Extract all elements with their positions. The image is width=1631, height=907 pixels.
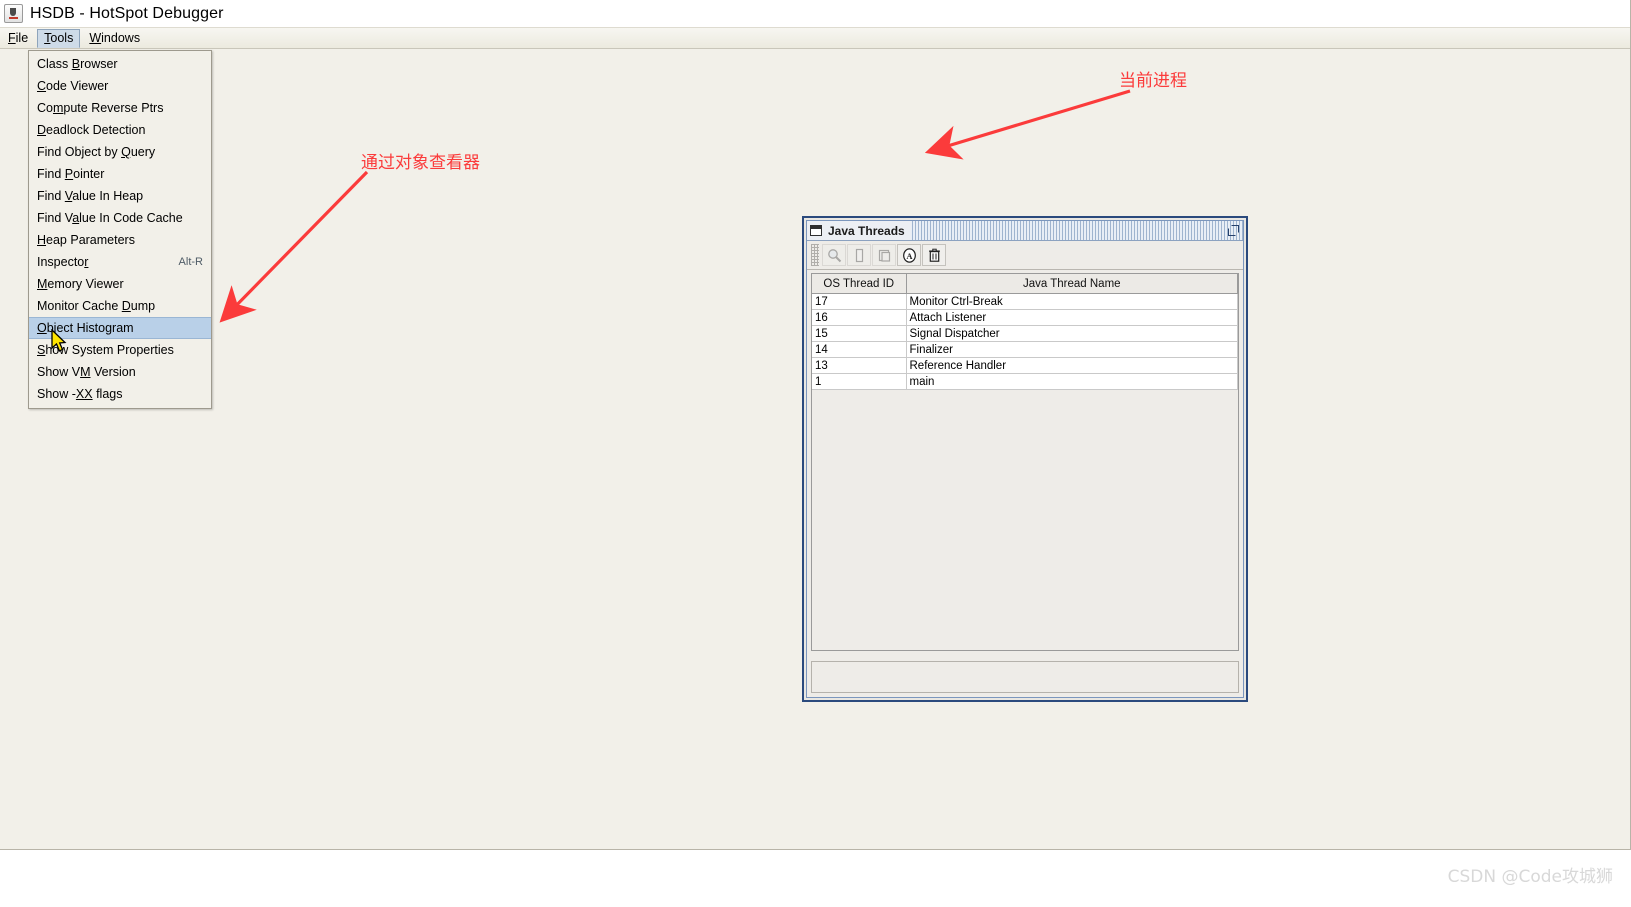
oop-inspector-button[interactable]: A	[897, 244, 921, 266]
menu-item-label: Show -XX flags	[37, 387, 123, 401]
cell-java-thread-name: Signal Dispatcher	[906, 325, 1238, 342]
menu-item-compute-reverse-ptrs[interactable]: Compute Reverse Ptrs	[29, 97, 211, 119]
menu-item-find-value-in-code-cache[interactable]: Find Value In Code Cache	[29, 207, 211, 229]
menu-windows[interactable]: Windows	[82, 29, 147, 48]
menu-item-accelerator: Alt-R	[178, 256, 203, 268]
java-threads-table: OS Thread ID Java Thread Name 17 Monitor…	[812, 274, 1238, 390]
java-threads-inner-panel: Java Threads A OS Thread ID Java Thread …	[806, 220, 1244, 698]
stacked-pages-icon	[878, 249, 890, 262]
cell-os-thread-id: 14	[812, 341, 907, 358]
menu-item-class-browser[interactable]: Class Browser	[29, 53, 211, 75]
menu-item-find-value-in-heap[interactable]: Find Value In Heap	[29, 185, 211, 207]
document-icon	[855, 248, 863, 262]
menu-item-label: Memory Viewer	[37, 277, 124, 291]
menu-item-monitor-cache-dump[interactable]: Monitor Cache Dump	[29, 295, 211, 317]
menu-file[interactable]: File	[1, 29, 35, 48]
java-threads-toolbar: A	[807, 241, 1243, 270]
menu-item-show-system-properties[interactable]: Show System Properties	[29, 339, 211, 361]
menubar: File Tools Windows	[0, 27, 1630, 49]
table-body: 17 Monitor Ctrl-Break 16 Attach Listener…	[812, 293, 1238, 390]
menu-item-label: Show System Properties	[37, 343, 174, 357]
menu-item-label: Find Object by Query	[37, 145, 156, 159]
java-coffee-cup-icon	[4, 4, 23, 23]
cell-os-thread-id: 1	[812, 373, 907, 390]
cell-java-thread-name: Reference Handler	[906, 357, 1238, 374]
annotation-current-process: 当前进程	[1119, 71, 1187, 91]
java-threads-window: Java Threads A OS Thread ID Java Thread …	[802, 216, 1248, 702]
annotation-object-viewer: 通过对象查看器	[361, 153, 480, 173]
menu-item-label: Code Viewer	[37, 79, 109, 93]
java-threads-statusbar	[811, 661, 1239, 693]
menu-item-code-viewer[interactable]: Code Viewer	[29, 75, 211, 97]
java-threads-title-group: Java Threads	[807, 221, 911, 240]
menu-item-label: Object Histogram	[37, 321, 134, 335]
column-header-java-thread-name[interactable]: Java Thread Name	[906, 274, 1238, 294]
cell-os-thread-id: 13	[812, 357, 907, 374]
maximize-icon[interactable]	[1227, 224, 1240, 237]
menu-item-show-vm-version[interactable]: Show VM Version	[29, 361, 211, 383]
menu-item-label: Deadlock Detection	[37, 123, 146, 137]
menu-item-deadlock-detection[interactable]: Deadlock Detection	[29, 119, 211, 141]
cell-os-thread-id: 16	[812, 309, 907, 326]
cell-os-thread-id: 17	[812, 293, 907, 310]
menu-item-label: Find Pointer	[37, 167, 105, 181]
menu-item-label: Show VM Version	[37, 365, 136, 379]
menu-item-label: Compute Reverse Ptrs	[37, 101, 164, 115]
table-row[interactable]: 1 main	[812, 373, 1238, 390]
cell-os-thread-id: 15	[812, 325, 907, 342]
stack-memory-button[interactable]	[847, 244, 871, 266]
toolbar-drag-handle[interactable]	[811, 244, 819, 266]
menu-item-label: Class Browser	[37, 57, 118, 71]
column-header-os-thread-id[interactable]: OS Thread ID	[812, 274, 907, 294]
window-title: HSDB - HotSpot Debugger	[30, 4, 224, 22]
menu-item-heap-parameters[interactable]: Heap Parameters	[29, 229, 211, 251]
cell-java-thread-name: main	[906, 373, 1238, 390]
cell-java-thread-name: Finalizer	[906, 341, 1238, 358]
monitor-cache-button[interactable]	[872, 244, 896, 266]
inspect-button[interactable]	[822, 244, 846, 266]
circled-a-icon: A	[902, 247, 916, 263]
menu-item-find-object-by-query[interactable]: Find Object by Query	[29, 141, 211, 163]
table-row[interactable]: 17 Monitor Ctrl-Break	[812, 293, 1238, 310]
table-row[interactable]: 14 Finalizer	[812, 341, 1238, 358]
menu-item-memory-viewer[interactable]: Memory Viewer	[29, 273, 211, 295]
menu-item-show-xx-flags[interactable]: Show -XX flags	[29, 383, 211, 405]
cell-java-thread-name: Monitor Ctrl-Break	[906, 293, 1238, 310]
menu-item-find-pointer[interactable]: Find Pointer	[29, 163, 211, 185]
window-titlebar: HSDB - HotSpot Debugger	[0, 0, 1630, 27]
cell-java-thread-name: Attach Listener	[906, 309, 1238, 326]
window-frame-icon	[810, 225, 822, 236]
java-threads-title: Java Threads	[828, 223, 905, 238]
menu-item-object-histogram[interactable]: Object Histogram	[29, 317, 211, 339]
watermark: CSDN @Code攻城狮	[1447, 867, 1613, 887]
menu-item-label: Inspector	[37, 255, 89, 269]
menu-item-label: Heap Parameters	[37, 233, 135, 247]
table-row[interactable]: 15 Signal Dispatcher	[812, 325, 1238, 342]
delete-button[interactable]	[922, 244, 946, 266]
menu-item-inspector[interactable]: Inspector Alt-R	[29, 251, 211, 273]
java-threads-titlebar[interactable]: Java Threads	[807, 221, 1243, 241]
menu-item-label: Find Value In Heap	[37, 189, 144, 203]
table-row[interactable]: 16 Attach Listener	[812, 309, 1238, 326]
table-header-row: OS Thread ID Java Thread Name	[812, 274, 1238, 294]
trash-icon	[928, 248, 940, 262]
java-threads-table-container[interactable]: OS Thread ID Java Thread Name 17 Monitor…	[811, 273, 1239, 651]
table-row[interactable]: 13 Reference Handler	[812, 357, 1238, 374]
tools-dropdown-menu: Class Browser Code Viewer Compute Revers…	[28, 50, 212, 409]
menu-item-label: Monitor Cache Dump	[37, 299, 156, 313]
menu-tools[interactable]: Tools	[37, 28, 81, 48]
svg-text:A: A	[906, 251, 913, 261]
menu-item-label: Find Value In Code Cache	[37, 211, 183, 225]
screen-root: HSDB - HotSpot Debugger File Tools Windo…	[0, 0, 1631, 907]
magnifier-icon	[827, 248, 841, 262]
